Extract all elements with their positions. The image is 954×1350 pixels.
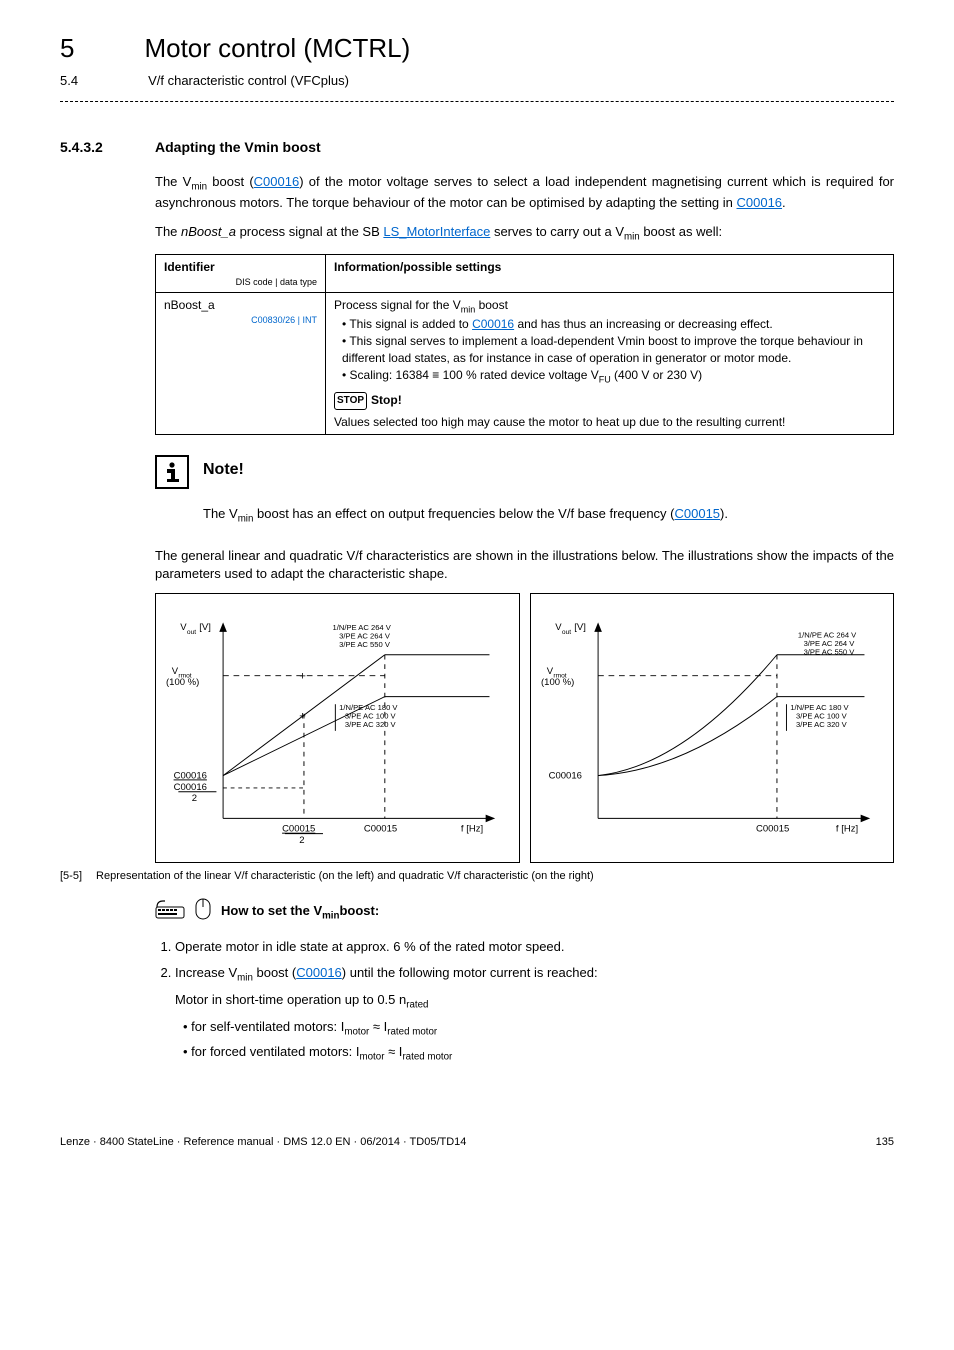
note-body: The Vmin boost has an effect on output f… [203,505,894,526]
svg-text:out: out [561,629,570,636]
svg-text:C00016: C00016 [174,770,207,781]
svg-text:2: 2 [299,835,304,846]
svg-text:[V]: [V] [574,622,586,633]
stop-icon: STOP [334,392,367,410]
bullet-1: • This signal is added to C00016 and has… [334,316,885,333]
stop-label: Stop! [371,392,402,409]
sub-bullet-2: • for forced ventilated motors: Imotor ≈… [183,1043,894,1064]
mouse-icon [195,898,211,927]
svg-text:f [Hz]: f [Hz] [461,824,483,835]
link-c00016[interactable]: C00016 [254,174,300,189]
svg-text:(100 %): (100 %) [166,677,199,688]
row-type: | INT [295,315,317,325]
keyboard-icon [155,899,185,926]
figure-caption: Representation of the linear V/f charact… [96,869,594,884]
section-title: V/f characteristic control (VFCplus) [148,72,349,90]
chart-quadratic: Vout [V] Vrmot (100 %) C00016 C00015 f [… [530,593,895,863]
svg-text:C00015: C00015 [364,824,397,835]
svg-text:3/PE AC 320 V: 3/PE AC 320 V [795,720,847,729]
svg-text:+: + [299,670,306,682]
note-callout: Note! [155,455,894,489]
footer-left: Lenze · 8400 StateLine · Reference manua… [60,1135,466,1150]
svg-text:out: out [187,629,196,636]
page-number: 135 [876,1135,894,1150]
sub-bullet-1: • for self-ventilated motors: Imotor ≈ I… [183,1018,894,1039]
chart-linear: Vout [V] Vrmot (100 %) C00016 C00016 2 [155,593,520,863]
info-icon [155,455,189,489]
row-id: nBoost_a [164,298,215,312]
svg-text:3/PE AC 320 V: 3/PE AC 320 V [345,720,397,729]
link-c00016-2[interactable]: C00016 [737,195,783,210]
identifier-table: Identifier DIS code | data type Informat… [155,254,894,436]
intro-paragraph-2: The nBoost_a process signal at the SB LS… [155,223,894,244]
th-info: Information/possible settings [326,254,894,292]
link-c00016-howto[interactable]: C00016 [296,965,342,980]
step-2: Increase Vmin boost (C00016) until the f… [175,964,894,1065]
subheading-title: Adapting the Vmin boost [155,138,321,158]
svg-text:C00015: C00015 [756,824,789,835]
intro-paragraph-1: The Vmin boost (C00016) of the motor vol… [155,173,894,212]
svg-text:2: 2 [192,793,197,804]
stop-text: Values selected too high may cause the m… [334,414,885,431]
svg-text:+: + [299,710,306,722]
svg-text:C00015: C00015 [282,824,315,835]
howto-title: How to set the Vminboost: [221,902,379,923]
link-c00830[interactable]: C00830/26 [251,315,295,325]
link-c00016-table[interactable]: C00016 [472,317,514,331]
illustration-intro: The general linear and quadratic V/f cha… [155,547,894,583]
stop-badge: STOP Stop! [334,392,402,410]
svg-text:3/PE AC 550 V: 3/PE AC 550 V [803,648,855,657]
svg-text:3/PE AC 550 V: 3/PE AC 550 V [339,640,391,649]
link-c00015[interactable]: C00015 [675,506,721,521]
subheading-number: 5.4.3.2 [60,138,120,158]
svg-text:(100 %): (100 %) [541,677,574,688]
step-1: Operate motor in idle state at approx. 6… [175,938,894,956]
desc-line: Process signal for the Vmin boost [334,297,885,316]
chapter-title: Motor control (MCTRL) [144,30,410,66]
th-discode: DIS code | data type [164,276,317,289]
divider [60,101,894,102]
note-title: Note! [203,459,244,481]
chapter-number: 5 [60,30,74,66]
section-number: 5.4 [60,72,78,90]
bullet-3: • Scaling: 16384 ≡ 100 % rated device vo… [334,367,885,386]
th-identifier: Identifier [164,260,215,274]
svg-text:[V]: [V] [199,622,211,633]
figure-number: [5-5] [60,869,82,884]
svg-text:C00016: C00016 [174,782,207,793]
link-motorinterface[interactable]: LS_MotorInterface [383,224,490,239]
bullet-2: • This signal serves to implement a load… [334,333,885,367]
svg-text:f [Hz]: f [Hz] [835,824,857,835]
svg-text:C00016: C00016 [548,770,581,781]
